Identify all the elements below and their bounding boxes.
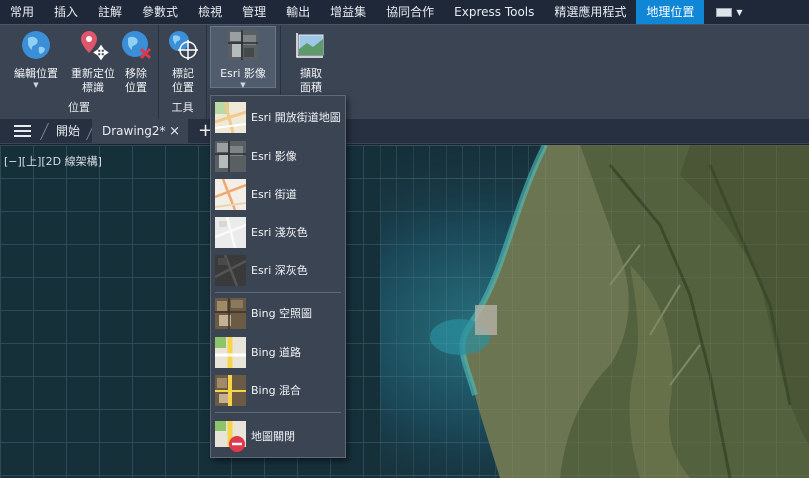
menu-item-label: Esri 淺灰色: [251, 226, 308, 239]
remove-location-label-2: 位置: [125, 81, 147, 94]
tools-group-title: 工具: [171, 101, 194, 114]
location-group: 編輯位置 ▼ 重新定位 標識 移除 位置 位置: [0, 25, 159, 119]
map-off-thumb-icon: [215, 420, 246, 452]
menu-item-label: 地圖關閉: [251, 430, 295, 443]
menu-item-bing-hybrid[interactable]: Bing 混合: [212, 372, 344, 408]
location-group-title: 位置: [68, 101, 90, 114]
map-type-dropdown: Esri 開放街道地圖 Esri 影像 Esri 街道 Esri 淺灰色 Esr…: [210, 95, 346, 458]
menu-item-label: Esri 街道: [251, 188, 297, 201]
globe-icon: [22, 31, 50, 59]
menu-separator: [215, 412, 341, 413]
drawing-tab-label: Drawing2*: [102, 124, 166, 138]
esri-dark-gray-thumb-icon: [215, 254, 246, 286]
chevron-down-icon: ▼: [736, 7, 743, 17]
menu-item-map-off[interactable]: 地圖關閉: [212, 418, 344, 454]
menu-item-esri-imagery[interactable]: Esri 影像: [212, 138, 344, 174]
menu-item-label: Bing 混合: [251, 384, 302, 397]
tab-collaborate[interactable]: 協同合作: [376, 0, 444, 24]
chevron-down-icon: ▼: [33, 81, 39, 89]
menu-item-esri-streets[interactable]: Esri 街道: [212, 176, 344, 212]
tab-parametric[interactable]: 參數式: [132, 0, 188, 24]
remove-location-label-1: 移除: [125, 67, 147, 80]
ribbon-options-button[interactable]: ▼: [704, 0, 743, 24]
esri-light-gray-thumb-icon: [215, 216, 246, 248]
tab-addins[interactable]: 增益集: [320, 0, 376, 24]
mark-globe-icon: [169, 31, 198, 60]
menu-item-label: Esri 影像: [251, 150, 297, 163]
edit-location-button[interactable]: 編輯位置 ▼: [10, 29, 62, 89]
tab-insert[interactable]: 插入: [44, 0, 88, 24]
satellite-map-image: [380, 145, 809, 478]
capture-area-label-2: 面積: [300, 81, 322, 94]
menu-item-bing-aerial[interactable]: Bing 空照圖: [212, 295, 344, 331]
menu-item-label: Esri 開放街道地圖: [251, 111, 341, 124]
edit-location-label: 編輯位置: [14, 67, 58, 80]
ribbon-tab-bar: 常用 插入 註解 參數式 檢視 管理 輸出 增益集 協同合作 Express T…: [0, 0, 809, 24]
menu-item-label: Bing 道路: [251, 346, 302, 359]
relocate-marker-icon: [81, 31, 109, 61]
bing-road-thumb-icon: [215, 336, 246, 368]
remove-location-button[interactable]: 移除 位置: [112, 29, 160, 95]
tab-view[interactable]: 檢視: [188, 0, 232, 24]
tab-featured-apps[interactable]: 精選應用程式: [544, 0, 636, 24]
menu-item-esri-dark-gray[interactable]: Esri 深灰色: [212, 252, 344, 288]
capture-area-icon: [296, 33, 324, 58]
capture-area-label-1: 擷取: [300, 67, 322, 80]
menu-item-bing-road[interactable]: Bing 道路: [212, 334, 344, 370]
mark-position-label-2: 位置: [172, 81, 194, 94]
bing-aerial-thumb-icon: [215, 297, 246, 329]
menu-item-esri-light-gray[interactable]: Esri 淺灰色: [212, 214, 344, 250]
menu-item-esri-openstreetmap[interactable]: Esri 開放街道地圖: [212, 99, 344, 135]
menu-separator: [215, 292, 341, 293]
esri-imagery-thumb-icon: [215, 140, 246, 172]
tab-geolocation[interactable]: 地理位置: [636, 0, 705, 24]
hamburger-menu-icon[interactable]: [14, 125, 31, 138]
chevron-down-icon: ▼: [240, 81, 246, 89]
tools-group: 標記 位置 工具: [159, 25, 207, 119]
bing-hybrid-thumb-icon: [215, 374, 246, 406]
menu-item-label: Bing 空照圖: [251, 307, 313, 320]
capture-area-button[interactable]: 擷取 面積 ▼: [285, 29, 337, 103]
tab-output[interactable]: 輸出: [276, 0, 320, 24]
tab-divider: [40, 123, 49, 140]
mark-position-label-1: 標記: [172, 67, 194, 80]
start-tab[interactable]: 開始: [56, 119, 80, 144]
tab-manage[interactable]: 管理: [232, 0, 276, 24]
drawing-canvas[interactable]: [−][上][2D 線架構]: [0, 145, 809, 478]
close-icon[interactable]: ×: [169, 119, 180, 144]
ribbon-panel: 編輯位置 ▼ 重新定位 標識 移除 位置 位置 標記 位置 工具 Esri 影像…: [0, 24, 809, 119]
tab-annotate[interactable]: 註解: [88, 0, 132, 24]
panel-toggle-icon: [716, 7, 733, 17]
drawing-tab[interactable]: Drawing2* ×: [92, 119, 188, 144]
esri-imagery-icon: [228, 30, 258, 60]
viewport-controls[interactable]: [−][上][2D 線架構]: [4, 153, 102, 169]
menu-item-label: Esri 深灰色: [251, 264, 308, 277]
mark-position-button[interactable]: 標記 位置: [159, 29, 207, 95]
tab-express-tools[interactable]: Express Tools: [444, 0, 544, 24]
file-tab-bar: 開始 Drawing2* × +: [0, 119, 809, 144]
esri-imagery-label: Esri 影像: [220, 67, 266, 80]
esri-imagery-button[interactable]: Esri 影像 ▼: [210, 26, 276, 89]
remove-globe-icon: [122, 31, 152, 60]
openstreetmap-thumb-icon: [215, 101, 246, 133]
esri-streets-thumb-icon: [215, 178, 246, 210]
tab-home[interactable]: 常用: [0, 0, 44, 24]
